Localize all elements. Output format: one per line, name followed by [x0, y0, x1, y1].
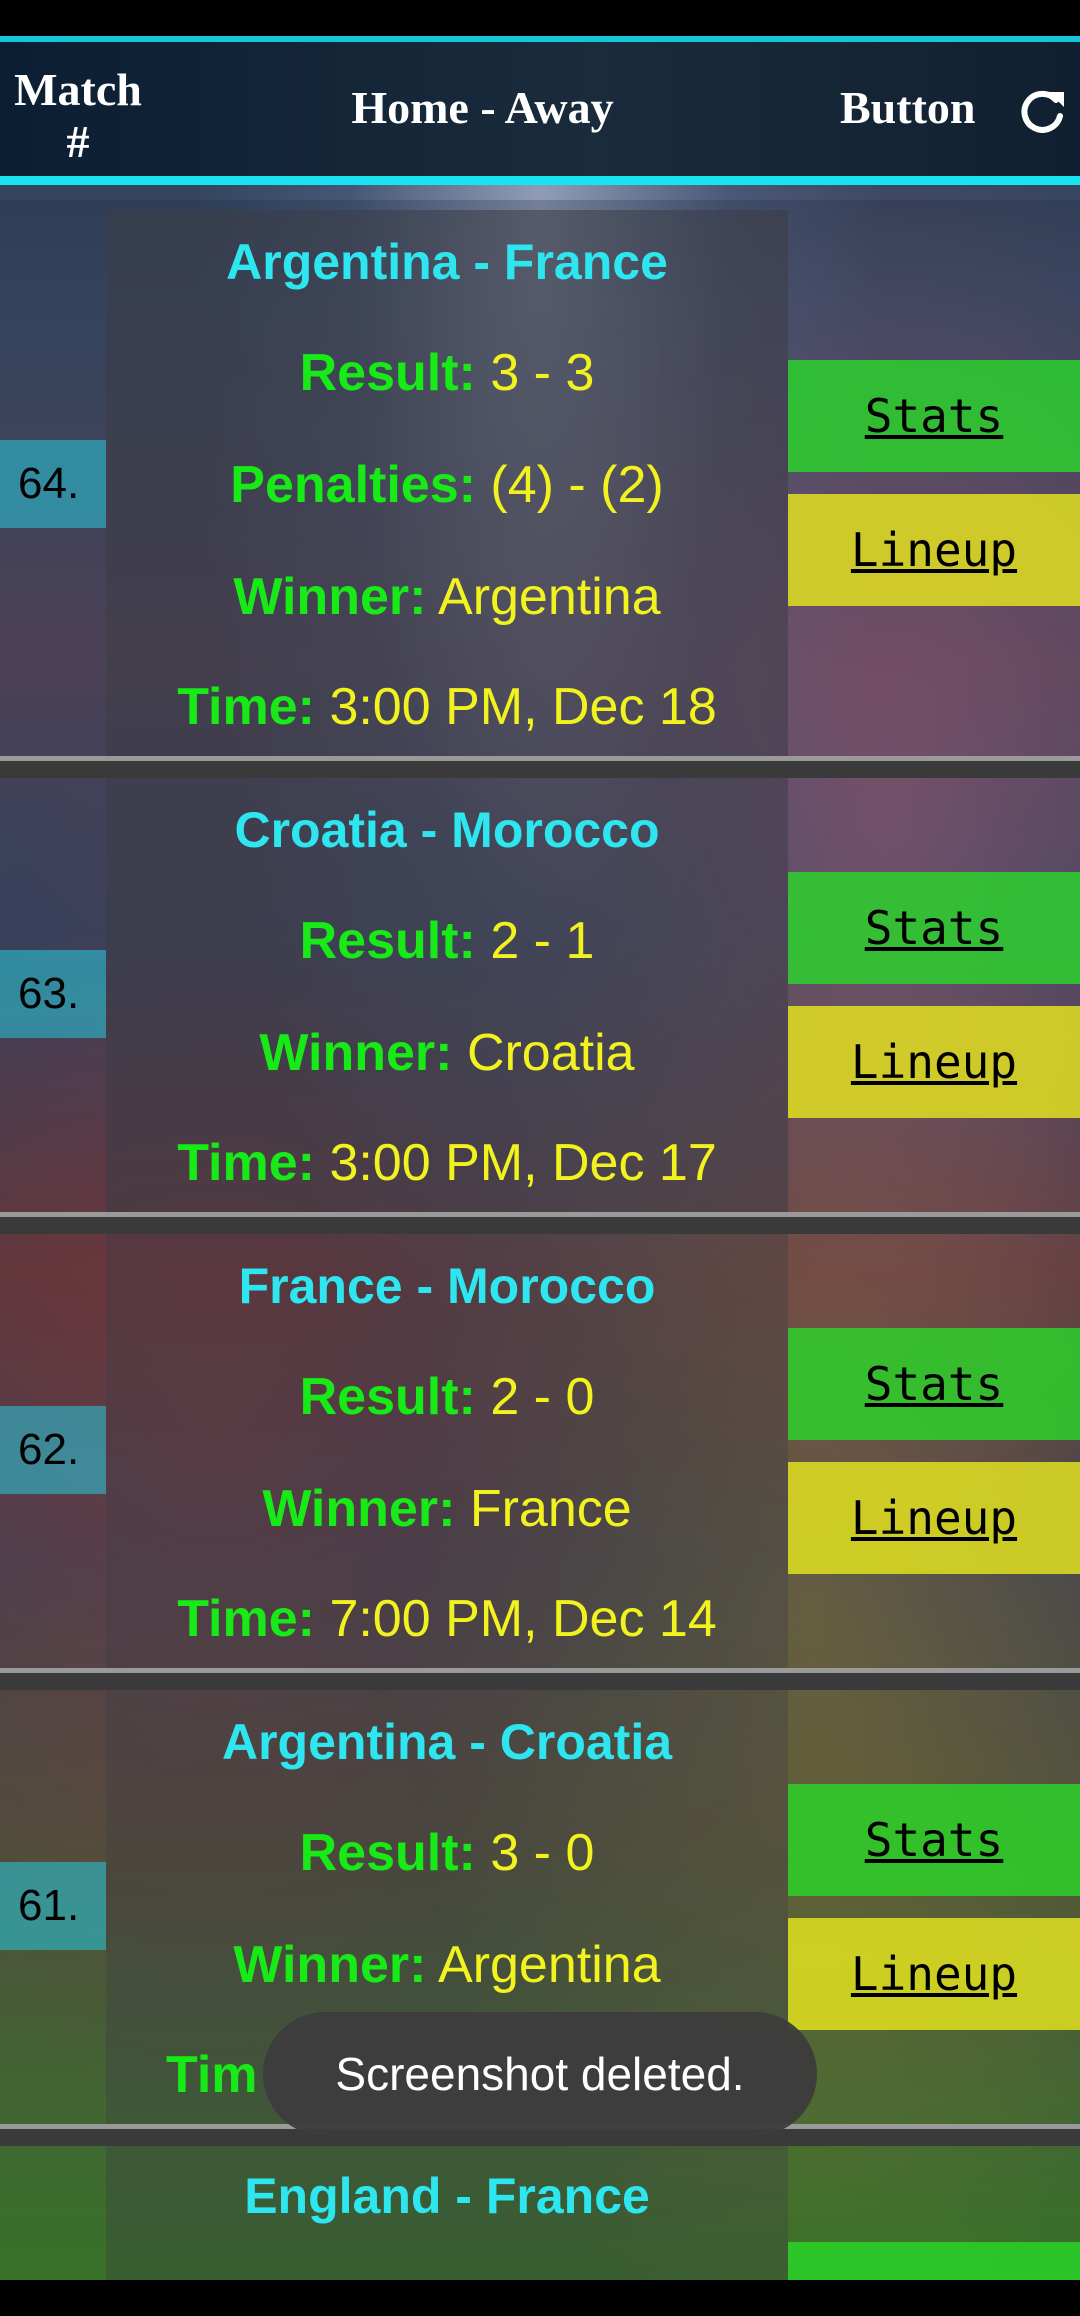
time-label: Tim: [166, 2046, 258, 2104]
time-value: 7:00 PM, Dec 14: [329, 1590, 717, 1648]
refresh-icon[interactable]: [1016, 86, 1068, 138]
header-home-away: Home - Away: [351, 82, 614, 133]
match-row-64: 64. Argentina - France Result: 3 - 3 Pen…: [0, 200, 1080, 768]
navigation-bar: [0, 2280, 1080, 2316]
header-divider: [0, 176, 1080, 185]
result-value: 2 - 0: [490, 1368, 595, 1426]
winner-line: Winner: France: [106, 1478, 788, 1540]
match-teams: Argentina - Croatia: [221, 1714, 673, 1770]
winner-line: Winner: Argentina: [106, 1934, 788, 1996]
winner-value: Croatia: [466, 1024, 635, 1082]
time-line: Time: 7:00 PM, Dec 14: [106, 1588, 788, 1650]
time-label: Time:: [177, 1134, 315, 1192]
penalties-value: (4) - (2): [490, 456, 664, 514]
match-number: 61.: [0, 1862, 106, 1950]
winner-line: Winner: Croatia: [106, 1022, 788, 1084]
winner-value: Argentina: [438, 1936, 661, 1994]
stats-button[interactable]: Stats: [788, 360, 1080, 472]
row-separator: [0, 1668, 1080, 1690]
winner-value: Argentina: [438, 568, 661, 626]
time-line: Time: 3:00 PM, Dec 17: [106, 1132, 788, 1194]
result-label: Result:: [299, 1824, 476, 1882]
result-value: 3 - 3: [490, 344, 595, 402]
winner-value: France: [469, 1480, 632, 1538]
result-line: Result: 3 - 3: [106, 342, 788, 404]
match-teams: Argentina - France: [226, 234, 668, 290]
time-label: Time:: [177, 1590, 315, 1648]
time-line: Tim: [166, 2044, 258, 2106]
match-teams: France - Morocco: [238, 1258, 656, 1314]
lineup-button[interactable]: Lineup: [788, 1918, 1080, 2030]
time-value: 3:00 PM, Dec 17: [329, 1134, 717, 1192]
stats-button[interactable]: [788, 2242, 1080, 2280]
time-label: Time:: [177, 678, 315, 736]
match-row-62: 62. France - Morocco Result: 2 - 0 Winne…: [0, 1234, 1080, 1668]
status-bar: [0, 0, 1080, 36]
time-value: 3:00 PM, Dec 18: [329, 678, 717, 736]
winner-label: Winner:: [259, 1024, 453, 1082]
lineup-button[interactable]: Lineup: [788, 494, 1080, 606]
match-row-60: England - France: [0, 2146, 1080, 2280]
stats-button[interactable]: Stats: [788, 872, 1080, 984]
result-label: Result:: [299, 1368, 476, 1426]
header-button-label: Button: [840, 82, 976, 133]
header-match-number: Match #: [14, 64, 142, 167]
result-label: Result:: [299, 912, 476, 970]
result-value: 2 - 1: [490, 912, 595, 970]
result-value: 3 - 0: [490, 1824, 595, 1882]
row-separator: [0, 756, 1080, 778]
row-separator: [0, 1212, 1080, 1234]
result-line: Result: 2 - 0: [106, 1366, 788, 1428]
match-teams: Croatia - Morocco: [234, 802, 660, 858]
penalties-line: Penalties: (4) - (2): [106, 454, 788, 516]
winner-label: Winner:: [233, 1936, 427, 1994]
penalties-label: Penalties:: [230, 456, 476, 514]
lineup-button[interactable]: Lineup: [788, 1462, 1080, 1574]
winner-line: Winner: Argentina: [106, 566, 788, 628]
match-number: 64.: [0, 440, 106, 528]
winner-label: Winner:: [233, 568, 427, 626]
match-teams: England - France: [244, 2168, 650, 2224]
stats-button[interactable]: Stats: [788, 1328, 1080, 1440]
match-number: 63.: [0, 950, 106, 1038]
result-line: Result: 2 - 1: [106, 910, 788, 972]
winner-label: Winner:: [262, 1480, 456, 1538]
match-number: 62.: [0, 1406, 106, 1494]
result-line: Result: 3 - 0: [106, 1822, 788, 1884]
result-label: Result:: [299, 344, 476, 402]
lineup-button[interactable]: Lineup: [788, 1006, 1080, 1118]
stats-button[interactable]: Stats: [788, 1784, 1080, 1896]
match-row-63: 63. Croatia - Morocco Result: 2 - 1 Winn…: [0, 778, 1080, 1212]
toast-message: Screenshot deleted.: [263, 2012, 817, 2136]
time-line: Time: 3:00 PM, Dec 18: [106, 676, 788, 738]
